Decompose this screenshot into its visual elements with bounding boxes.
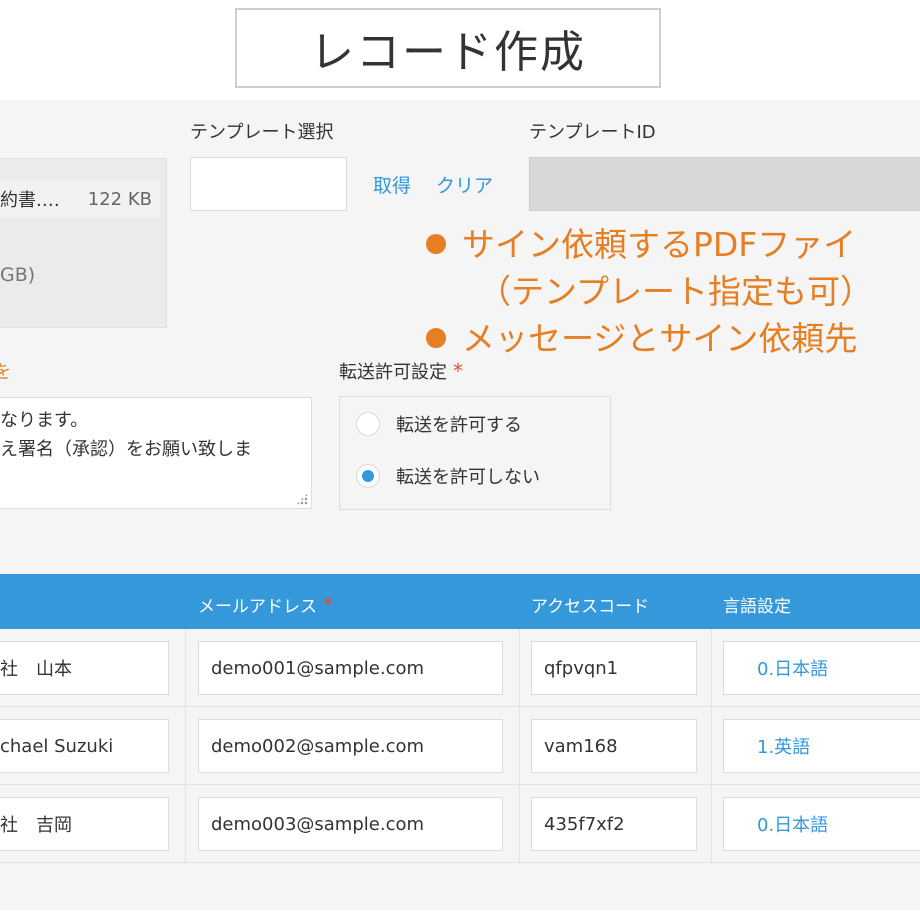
column-divider xyxy=(711,629,712,864)
message-textarea[interactable]: なります。 え署名（承認）をお願い致しま xyxy=(0,397,312,509)
name-input[interactable]: 社 吉岡 xyxy=(0,797,169,851)
header-access-code: アクセスコード xyxy=(531,597,650,617)
attachment-file-item[interactable]: 約書.… 122 KB xyxy=(0,180,160,218)
radio-button[interactable] xyxy=(356,412,380,436)
template-select-input[interactable] xyxy=(190,157,347,211)
radio-allow-transfer[interactable]: 転送を許可する xyxy=(356,411,522,437)
language-select[interactable]: 0.日本語 xyxy=(723,797,920,851)
resize-grip-icon[interactable] xyxy=(296,493,308,505)
template-select-label: テンプレート選択 xyxy=(190,122,334,143)
template-id-field xyxy=(529,157,920,211)
column-divider xyxy=(185,629,186,864)
radio-deny-transfer[interactable]: 転送を許可しない xyxy=(356,463,540,489)
message-label: を xyxy=(0,362,11,383)
required-mark: * xyxy=(453,359,463,383)
signers-table-header: メールアドレス * アクセスコード 言語設定 xyxy=(0,574,920,629)
required-mark: * xyxy=(323,593,333,617)
page-title: レコード作成 xyxy=(235,8,661,88)
transfer-setting-label: 転送許可設定 * xyxy=(339,359,463,383)
attachment-file-name[interactable]: 約書.… xyxy=(0,186,60,212)
note-line-2: （テンプレート指定も可） xyxy=(478,272,874,311)
table-row: 社 吉岡 demo003@sample.com 435f7xf2 0.日本語 xyxy=(0,785,920,863)
email-input[interactable]: demo001@sample.com xyxy=(198,641,503,695)
fetch-link[interactable]: 取得 xyxy=(373,171,411,198)
radio-button-selected[interactable] xyxy=(356,464,380,488)
bullet-icon xyxy=(426,233,446,254)
column-divider xyxy=(519,629,520,864)
language-select[interactable]: 1.英語 xyxy=(723,719,920,773)
email-input[interactable]: demo003@sample.com xyxy=(198,797,503,851)
clear-link[interactable]: クリア xyxy=(436,171,493,198)
table-row: chael Suzuki demo002@sample.com vam168 1… xyxy=(0,707,920,785)
header-email: メールアドレス * xyxy=(198,593,333,617)
name-input[interactable]: 社 山本 xyxy=(0,641,169,695)
attachment-file-size: 122 KB xyxy=(87,188,152,210)
email-input[interactable]: demo002@sample.com xyxy=(198,719,503,773)
access-code-input[interactable]: 435f7xf2 xyxy=(531,797,697,851)
note-line-3: メッセージとサイン依頼先 xyxy=(426,312,857,360)
header-language: 言語設定 xyxy=(723,597,791,617)
table-row: 社 山本 demo001@sample.com qfpvqn1 0.日本語 xyxy=(0,629,920,707)
access-code-input[interactable]: vam168 xyxy=(531,719,697,773)
template-id-label: テンプレートID xyxy=(529,122,656,143)
note-line-1: サイン依頼するPDFファイ xyxy=(426,218,856,266)
name-input[interactable]: chael Suzuki xyxy=(0,719,169,773)
message-line: なります。 xyxy=(0,410,89,431)
language-select[interactable]: 0.日本語 xyxy=(723,641,920,695)
transfer-radio-group: 転送を許可する 転送を許可しない xyxy=(339,396,611,510)
bullet-icon xyxy=(426,327,446,348)
message-line: え署名（承認）をお願い致しま xyxy=(0,439,252,460)
access-code-input[interactable]: qfpvqn1 xyxy=(531,641,697,695)
attachment-total-size: GB) xyxy=(0,264,36,286)
